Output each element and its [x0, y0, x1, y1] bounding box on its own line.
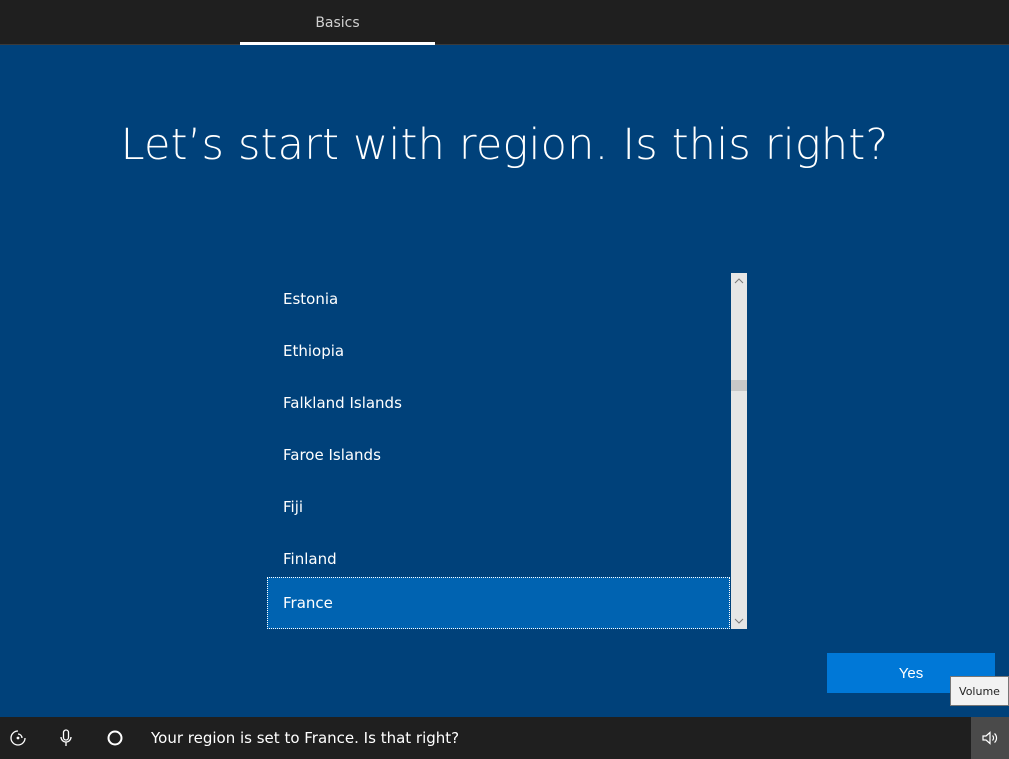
- scroll-down-button[interactable]: [731, 613, 747, 629]
- list-item-label: France: [283, 594, 333, 612]
- volume-tooltip: Volume: [950, 676, 1009, 706]
- list-item-label: Ethiopia: [283, 342, 345, 360]
- list-item-label: Finland: [283, 550, 337, 568]
- list-item-ethiopia[interactable]: Ethiopia: [267, 325, 730, 377]
- microphone-button[interactable]: [48, 717, 84, 759]
- list-item-label: Estonia: [283, 290, 339, 308]
- list-item-fiji[interactable]: Fiji: [267, 481, 730, 533]
- list-item-france-selected[interactable]: France: [267, 577, 730, 629]
- volume-icon: [982, 731, 998, 745]
- chevron-up-icon: [734, 278, 744, 284]
- list-item-faroe-islands[interactable]: Faroe Islands: [267, 429, 730, 481]
- list-item-label: Faroe Islands: [283, 446, 381, 464]
- chevron-down-icon: [734, 618, 744, 624]
- ease-of-access-button[interactable]: [0, 717, 36, 759]
- region-list[interactable]: Estonia Ethiopia Falkland Islands Faroe …: [267, 273, 730, 629]
- list-scrollbar[interactable]: [731, 273, 747, 629]
- list-item-estonia[interactable]: Estonia: [267, 273, 730, 325]
- status-message: Your region is set to France. Is that ri…: [151, 729, 460, 747]
- microphone-icon: [60, 729, 72, 746]
- tab-active-indicator: [240, 42, 435, 45]
- bottom-bar: Your region is set to France. Is that ri…: [0, 717, 1009, 759]
- volume-button[interactable]: [971, 717, 1009, 759]
- tab-basics: Basics: [315, 14, 360, 31]
- list-item-falkland-islands[interactable]: Falkland Islands: [267, 377, 730, 429]
- scroll-thumb[interactable]: [731, 380, 747, 391]
- top-bar: Basics: [0, 0, 1009, 45]
- page-title: Let’s start with region. Is this right?: [120, 120, 889, 170]
- list-item-label: Fiji: [283, 498, 304, 516]
- cortana-button[interactable]: [97, 717, 133, 759]
- ease-of-access-icon: [10, 730, 26, 746]
- scroll-up-button[interactable]: [731, 273, 747, 289]
- cortana-icon: [107, 730, 123, 746]
- list-item-label: Falkland Islands: [283, 394, 402, 412]
